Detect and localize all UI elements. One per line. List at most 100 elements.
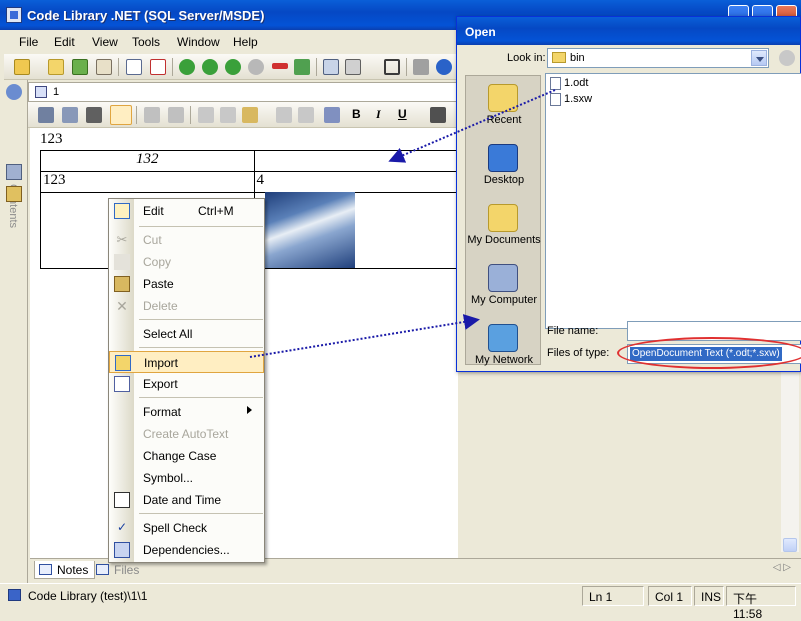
save-icon[interactable]: [38, 107, 54, 123]
tab-notes[interactable]: Notes: [34, 561, 96, 579]
menu-item-label: Change Case: [143, 449, 217, 463]
edit-mode-icon[interactable]: [110, 105, 132, 125]
tab-scroll-arrows[interactable]: ◁ ▷: [773, 562, 791, 573]
place-my-network[interactable]: My Network: [466, 318, 542, 378]
menu-item-date-and-time[interactable]: Date and Time: [109, 489, 264, 511]
window-title: Code Library .NET (SQL Server/MSDE): [27, 8, 265, 23]
menu-edit[interactable]: Edit: [54, 35, 75, 49]
help-icon[interactable]: [436, 59, 452, 75]
tab-files[interactable]: Files: [92, 561, 145, 579]
menu-tools[interactable]: Tools: [132, 35, 160, 49]
menu-item-format[interactable]: Format: [109, 401, 264, 423]
menu-item-select-all[interactable]: Select All: [109, 323, 264, 345]
menu-item-copy[interactable]: Copy: [109, 251, 264, 273]
menu-item-export[interactable]: Export: [109, 373, 264, 395]
my-documents-icon: [488, 204, 518, 232]
sky-image[interactable]: [265, 192, 355, 268]
print-icon[interactable]: [345, 59, 361, 75]
menu-item-paste[interactable]: Paste: [109, 273, 264, 295]
menu-window[interactable]: Window: [177, 35, 220, 49]
place-my-documents[interactable]: My Documents: [466, 198, 542, 258]
nav-right-icon[interactable]: [248, 59, 264, 75]
menu-file[interactable]: File: [19, 35, 38, 49]
tools-icon[interactable]: [413, 59, 429, 75]
page-number[interactable]: 1: [53, 86, 59, 98]
italic-button[interactable]: I: [376, 107, 381, 122]
place-my-computer[interactable]: My Computer: [466, 258, 542, 318]
highlight-callout-oval: [617, 337, 801, 369]
vertical-scrollbar[interactable]: [781, 372, 799, 552]
document-text-line[interactable]: 123: [40, 131, 63, 148]
file-list[interactable]: 1.odt 1.sxw: [545, 73, 801, 329]
table-cell[interactable]: 132: [40, 150, 255, 172]
menu-item-label: Format: [143, 405, 182, 419]
font-icon[interactable]: [324, 107, 340, 123]
paste-icon[interactable]: [242, 107, 258, 123]
format-painter-icon[interactable]: [276, 107, 292, 123]
look-in-dropdown[interactable]: bin: [547, 48, 769, 68]
properties-icon[interactable]: [96, 59, 112, 75]
menu-item-create-autotext[interactable]: Create AutoText: [109, 423, 264, 445]
contents-pane-icon[interactable]: [6, 84, 22, 100]
redo-icon[interactable]: [168, 107, 184, 123]
refresh-icon[interactable]: [72, 59, 88, 75]
back-icon[interactable]: [779, 50, 795, 66]
undo-icon[interactable]: [144, 107, 160, 123]
menu-item-dependencies[interactable]: Dependencies...: [109, 539, 264, 561]
my-network-icon: [488, 324, 518, 352]
menu-item-symbol[interactable]: Symbol...: [109, 467, 264, 489]
bold-button[interactable]: B: [352, 107, 361, 121]
nav-down-icon[interactable]: [202, 59, 218, 75]
dialog-title: Open: [465, 25, 496, 39]
menu-item-label: Date and Time: [143, 493, 222, 507]
table-cell[interactable]: 123: [40, 171, 255, 193]
align-left-icon[interactable]: [430, 107, 446, 123]
table-cell[interactable]: [253, 150, 458, 172]
new-folder-icon[interactable]: [48, 59, 64, 75]
menu-item-import[interactable]: Import: [109, 351, 264, 373]
nav-left-icon[interactable]: [225, 59, 241, 75]
menu-help[interactable]: Help: [233, 35, 258, 49]
open-folder-icon[interactable]: [14, 59, 30, 75]
place-desktop[interactable]: Desktop: [466, 138, 542, 198]
scroll-down-button[interactable]: [783, 538, 797, 552]
remove-icon[interactable]: [272, 63, 288, 69]
place-recent[interactable]: Recent: [466, 78, 542, 138]
search-pane-icon[interactable]: [6, 164, 22, 180]
fullscreen-icon[interactable]: [384, 59, 400, 75]
left-dock-strip: Contents: [0, 80, 28, 585]
menu-view[interactable]: View: [92, 35, 118, 49]
table-cell[interactable]: 4: [253, 171, 458, 193]
folder-icon: [552, 52, 566, 63]
insert-icon[interactable]: [294, 59, 310, 75]
new-document-icon[interactable]: [126, 59, 142, 75]
spell-check-icon: ✓: [116, 520, 128, 534]
menu-item-change-case[interactable]: Change Case: [109, 445, 264, 467]
menu-item-cut[interactable]: ✂ Cut: [109, 229, 264, 251]
nav-up-icon[interactable]: [179, 59, 195, 75]
main-toolbar: [4, 54, 464, 80]
find-icon[interactable]: [86, 107, 102, 123]
clear-icon[interactable]: [298, 107, 314, 123]
underline-button[interactable]: U: [398, 107, 407, 121]
import-folder-icon: [115, 355, 131, 371]
chevron-down-icon[interactable]: [751, 50, 767, 66]
menu-item-spell-check[interactable]: ✓ Spell Check: [109, 517, 264, 539]
menu-item-edit[interactable]: Edit Ctrl+M: [109, 200, 264, 222]
place-label: Recent: [486, 114, 522, 126]
menu-item-delete[interactable]: ✕ Delete: [109, 295, 264, 317]
cut-icon[interactable]: [198, 107, 214, 123]
status-mode: INS: [694, 586, 724, 606]
menu-item-shortcut: Ctrl+M: [198, 204, 234, 218]
favorites-pane-icon[interactable]: [6, 186, 22, 202]
export-icon[interactable]: [323, 59, 339, 75]
menu-item-label: Import: [144, 356, 179, 370]
delete-document-icon[interactable]: [150, 59, 166, 75]
copy-icon[interactable]: [220, 107, 236, 123]
app-icon[interactable]: [6, 7, 22, 23]
menu-item-label: Edit: [143, 204, 164, 218]
edit-icon: [114, 203, 130, 219]
dialog-titlebar[interactable]: Open: [457, 17, 800, 45]
edit-properties-icon[interactable]: [62, 107, 78, 123]
paste-icon: [114, 276, 130, 292]
